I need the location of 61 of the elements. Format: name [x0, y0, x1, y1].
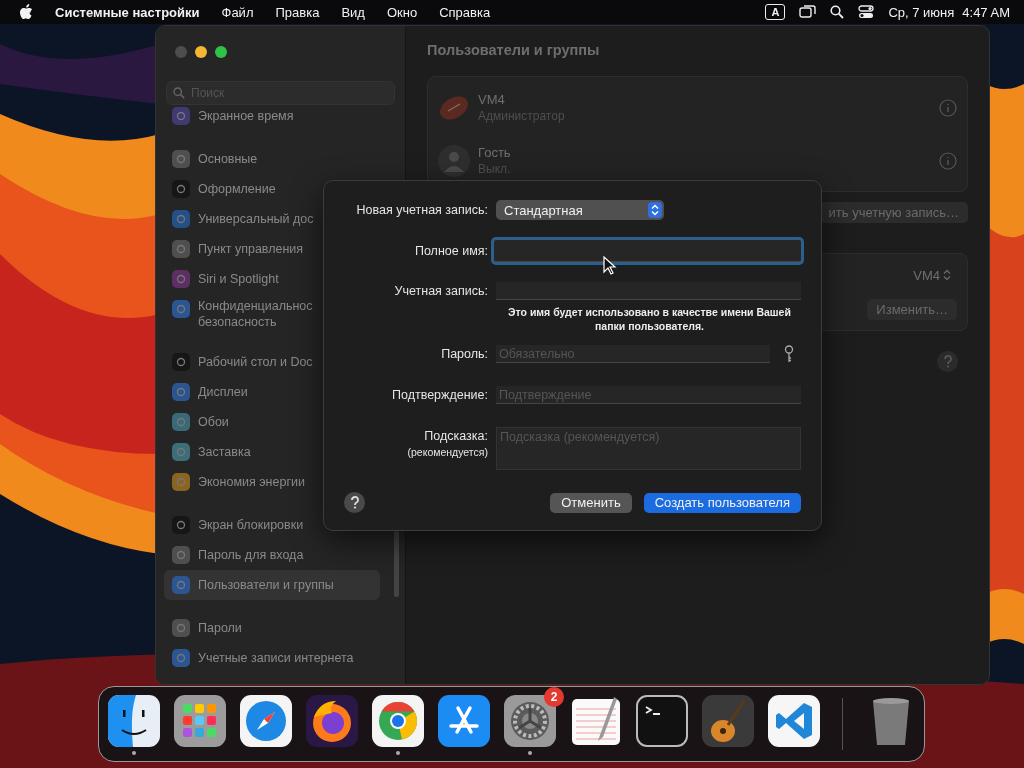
search-icon	[173, 87, 185, 99]
user-name: VM4	[478, 92, 506, 107]
sidebar-item[interactable]: Пароли	[164, 613, 380, 643]
menu-item[interactable]: Вид	[341, 4, 365, 20]
account-type-popup[interactable]: Стандартная	[496, 200, 664, 220]
sidebar-item[interactable]: Учетные записи интернета	[164, 643, 380, 673]
notification-badge: 2	[544, 687, 564, 707]
finder-face-icon[interactable]	[108, 695, 160, 747]
mouse-pointer-icon	[603, 256, 617, 276]
add-account-button[interactable]: ить учетную запись…	[819, 201, 968, 223]
menu-bar-date[interactable]: Ср, 7 июня	[888, 4, 955, 20]
apple-logo-icon[interactable]	[19, 4, 33, 20]
zoom-button[interactable]	[215, 46, 227, 58]
field-label: Подсказка:	[424, 428, 488, 444]
compass-icon[interactable]	[240, 695, 292, 747]
question-mark-icon	[349, 496, 360, 509]
field-label: Новая учетная запись:	[356, 202, 488, 218]
search-icon[interactable]	[830, 5, 845, 19]
app-menu[interactable]: Системные настройки	[55, 4, 200, 20]
pane-title: Пользователи и группы	[427, 42, 601, 58]
app-grid-icon[interactable]	[174, 695, 226, 747]
guitar-icon[interactable]	[702, 695, 754, 747]
app-store-icon[interactable]	[438, 695, 490, 747]
menu-item[interactable]: Файл	[221, 4, 254, 20]
text-field[interactable]	[496, 282, 801, 300]
sidebar-item[interactable]: Пользователи и группы	[164, 570, 380, 600]
edit-button[interactable]: Изменить…	[867, 298, 957, 320]
question-mark-icon	[942, 355, 953, 368]
field-label: Подтверждение:	[392, 387, 488, 403]
terminal-prompt-icon[interactable]	[636, 695, 688, 747]
code-ribbon-icon[interactable]	[768, 695, 820, 747]
field-note: Это имя будет использовано в качестве имени Вашей папки пользователя.	[507, 305, 792, 333]
sidebar-item[interactable]: Экранное время	[164, 107, 380, 131]
text-field[interactable]	[494, 240, 801, 262]
control-center-icon[interactable]	[858, 5, 875, 19]
user-name: Гость	[478, 145, 512, 160]
window-stack-icon[interactable]	[799, 5, 817, 19]
input-source-indicator[interactable]: A	[765, 4, 786, 20]
fox-globe-icon[interactable]	[306, 695, 358, 747]
menu-bar-time[interactable]: 4:47 AM	[962, 4, 1010, 20]
field-sublabel: (рекомендуется)	[407, 445, 488, 460]
menu-item[interactable]: Окно	[386, 4, 418, 20]
field-label: Пароль:	[441, 346, 488, 362]
user-popup[interactable]: VM4	[907, 267, 957, 283]
create-user-button[interactable]: Создать пользователя	[643, 492, 801, 513]
chrome-wheel-icon[interactable]	[372, 695, 424, 747]
chevron-updown-icon	[651, 204, 659, 216]
menu-item[interactable]: Правка	[275, 4, 320, 20]
menu-item[interactable]: Справка	[439, 4, 491, 20]
scrollbar-thumb[interactable]	[394, 531, 399, 597]
minimize-button[interactable]	[195, 46, 207, 58]
chevron-updown-icon	[943, 269, 951, 281]
key-icon[interactable]	[784, 345, 794, 363]
person-avatar-icon	[438, 144, 470, 177]
sidebar-item[interactable]: Пароль для входа	[164, 540, 380, 570]
sidebar-item[interactable]: Основные	[164, 144, 380, 174]
paper-pen-icon[interactable]	[570, 695, 622, 747]
field-label: Учетная запись:	[394, 283, 488, 299]
cancel-button[interactable]: Отменить	[550, 492, 632, 513]
help-button[interactable]	[344, 492, 365, 513]
field-label: Полное имя:	[414, 243, 488, 259]
